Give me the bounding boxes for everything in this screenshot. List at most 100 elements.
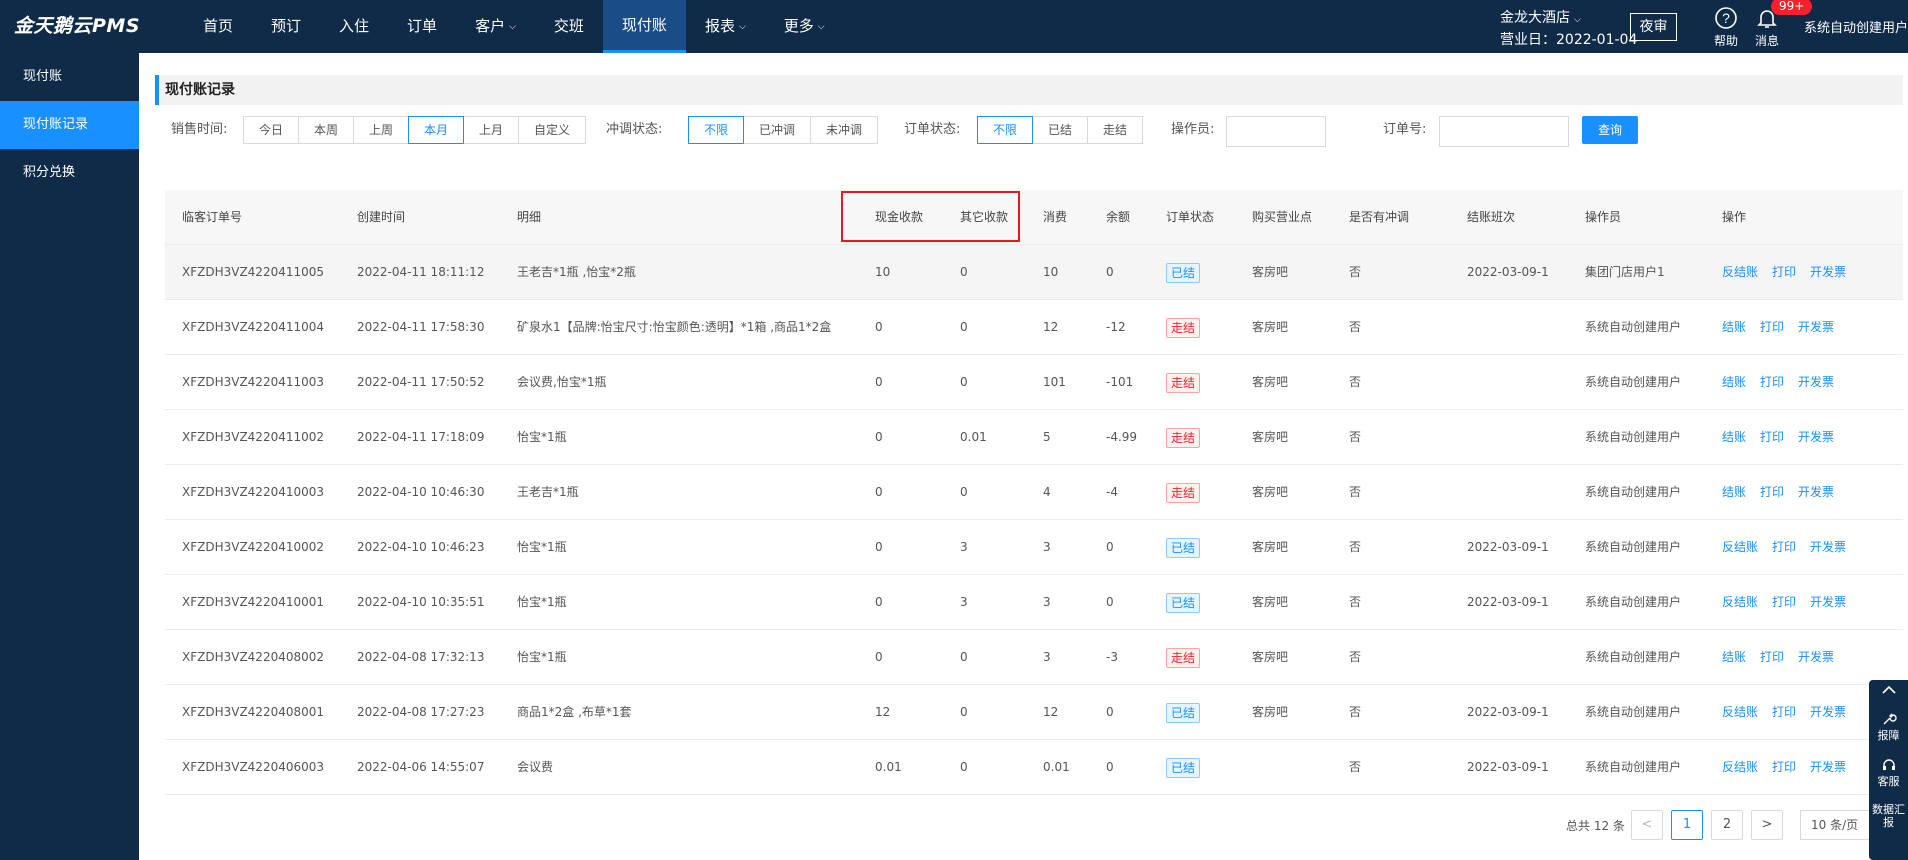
messages-button[interactable]: 消息 99+ [1747,0,1813,49]
detail-cell: 商品1*2盒 ,布草*1套 [517,705,632,719]
nav-item[interactable]: 入住 [320,0,388,53]
column-header: 其它收款 [960,210,1009,224]
sale-time-option[interactable]: 自定义 [518,116,586,144]
adjust-status-option[interactable]: 不限 [688,116,744,144]
shift-cell: 2022-03-09-1 [1467,705,1549,719]
sale-time-option[interactable]: 本周 [298,116,354,144]
sale-time-option[interactable]: 本月 [408,116,464,144]
float-item-2[interactable]: 客服 [1869,754,1908,800]
cash-cell: 0 [875,540,883,554]
status-cell: 走结 [1166,630,1201,685]
app-logo[interactable]: 金天鹅云PMS [14,0,140,53]
sale-time-option[interactable]: 上月 [463,116,519,144]
action-link[interactable]: 反结账 [1722,540,1758,554]
sale-time-option[interactable]: 上周 [353,116,409,144]
action-link[interactable]: 打印 [1772,265,1796,279]
sidebar-item[interactable]: 积分兑换 [0,149,139,197]
action-link[interactable]: 开发票 [1798,375,1834,389]
action-link[interactable]: 反结账 [1722,760,1758,774]
help-button[interactable]: ? 帮助 [1706,6,1746,49]
float-item-1[interactable]: 报障 [1869,708,1908,754]
operator-cell: 系统自动创建用户 [1585,760,1682,774]
order-no-cell: XFZDH3VZ4220411004 [182,320,325,334]
pager-prev-button[interactable]: < [1631,810,1663,840]
status-badge: 走结 [1166,647,1201,668]
action-link[interactable]: 结账 [1722,375,1746,389]
nav-item[interactable]: 更多 ⌵ [765,0,844,53]
column-header: 操作 [1722,210,1747,224]
operator-input[interactable] [1226,116,1326,147]
cash-cell: 0 [875,375,883,389]
action-link[interactable]: 开发票 [1810,540,1846,554]
night-audit-button[interactable]: 夜审 [1630,13,1677,41]
page-size-select[interactable]: 10 条/页 [1800,810,1880,840]
action-link[interactable]: 结账 [1722,650,1746,664]
nav-item[interactable]: 预订 [252,0,320,53]
nav-item[interactable]: 订单 [388,0,456,53]
action-link[interactable]: 打印 [1772,705,1796,719]
action-link[interactable]: 开发票 [1810,265,1846,279]
sale-time-option[interactable]: 今日 [243,116,299,144]
status-cell: 走结 [1166,410,1201,465]
action-link[interactable]: 结账 [1722,320,1746,334]
operator-cell: 系统自动创建用户 [1585,485,1682,499]
adjust-status-option[interactable]: 未冲调 [810,116,878,144]
created-time-cell: 2022-04-10 10:46:30 [357,485,485,499]
float-item-3[interactable]: 数据汇报 [1869,800,1908,846]
order-no-input[interactable] [1439,116,1569,147]
operator-cell: 系统自动创建用户 [1585,705,1682,719]
nav-item[interactable]: 交班 [535,0,603,53]
status-cell: 已结 [1166,520,1201,575]
action-link[interactable]: 打印 [1760,485,1784,499]
action-link[interactable]: 打印 [1760,650,1784,664]
action-link[interactable]: 开发票 [1798,320,1834,334]
action-link[interactable]: 反结账 [1722,595,1758,609]
consume-cell: 101 [1043,375,1066,389]
actions-cell: 结账 打印 开发票 [1722,300,1848,355]
order-no-cell: XFZDH3VZ4220410003 [182,485,325,499]
action-link[interactable]: 打印 [1772,595,1796,609]
action-link[interactable]: 结账 [1722,430,1746,444]
user-menu[interactable]: 系统自动创建用户 [1804,17,1908,36]
actions-cell: 反结账 打印 开发票 [1722,740,1860,795]
action-link[interactable]: 开发票 [1810,595,1846,609]
nav-item[interactable]: 现付账 [602,0,686,53]
chevron-down-icon: ⌵ [738,22,746,32]
nav-item[interactable]: 首页 [184,0,252,53]
action-link[interactable]: 反结账 [1722,705,1758,719]
nav-item[interactable]: 报表 ⌵ [686,0,765,53]
balance-cell: 0 [1106,540,1114,554]
collapse-up-button[interactable] [1869,680,1908,708]
action-link[interactable]: 打印 [1772,760,1796,774]
order-status-option[interactable]: 不限 [977,116,1033,144]
action-link[interactable]: 结账 [1722,485,1746,499]
action-link[interactable]: 开发票 [1798,650,1834,664]
action-link[interactable]: 打印 [1760,320,1784,334]
pager-next-button[interactable]: > [1751,810,1783,840]
page-title: 现付账记录 [165,82,235,98]
action-link[interactable]: 开发票 [1810,705,1846,719]
column-header: 是否有冲调 [1349,210,1410,224]
action-link[interactable]: 开发票 [1810,760,1846,774]
created-time-cell: 2022-04-10 10:46:23 [357,540,485,554]
action-link[interactable]: 打印 [1772,540,1796,554]
pager-page-2[interactable]: 2 [1711,810,1743,840]
query-button[interactable]: 查询 [1582,116,1638,144]
balance-cell: 0 [1106,595,1114,609]
action-link[interactable]: 打印 [1760,375,1784,389]
action-link[interactable]: 开发票 [1798,430,1834,444]
status-cell: 走结 [1166,300,1201,355]
nav-item[interactable]: 客户 ⌵ [456,0,535,53]
action-link[interactable]: 打印 [1760,430,1784,444]
order-status-option[interactable]: 已结 [1032,116,1088,144]
sidebar-item[interactable]: 现付账 [0,53,139,101]
other-payment-cell: 0 [960,375,968,389]
action-link[interactable]: 反结账 [1722,265,1758,279]
hotel-selector[interactable]: 金龙大酒店 ⌵ 营业日：2022-01-04 [1500,8,1637,50]
sidebar-item[interactable]: 现付账记录 [0,101,139,149]
status-badge: 已结 [1166,757,1201,778]
action-link[interactable]: 开发票 [1798,485,1834,499]
order-status-option[interactable]: 走结 [1087,116,1143,144]
pager-page-1[interactable]: 1 [1671,810,1703,840]
adjust-status-option[interactable]: 已冲调 [743,116,811,144]
